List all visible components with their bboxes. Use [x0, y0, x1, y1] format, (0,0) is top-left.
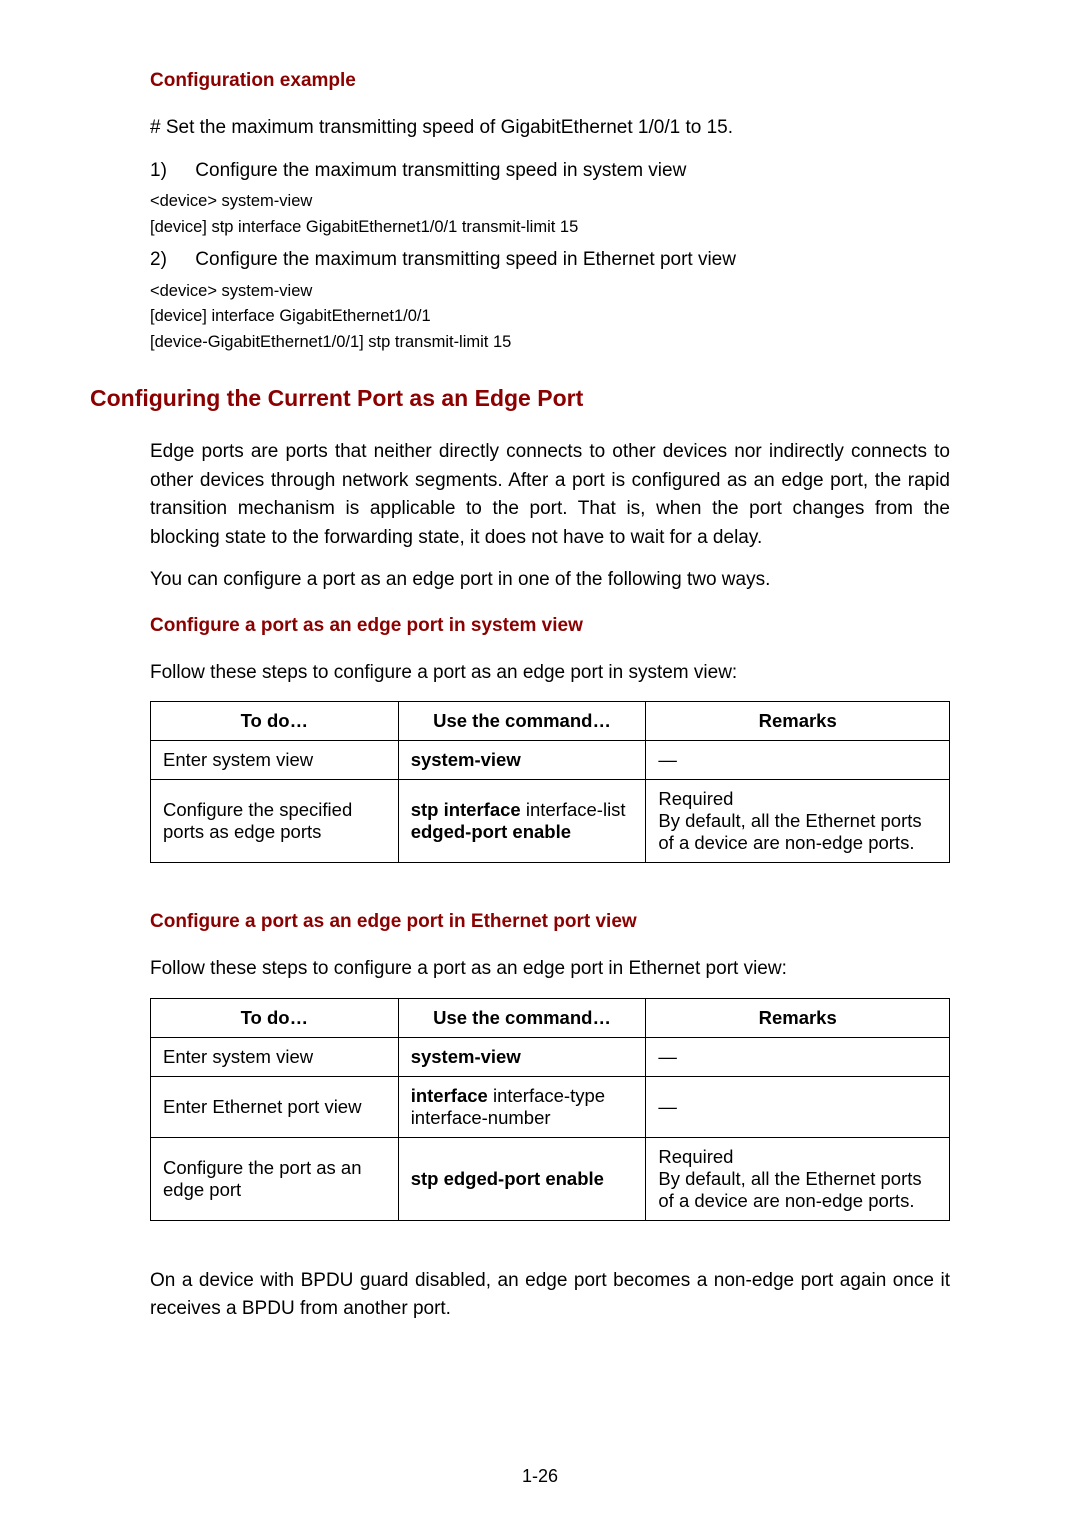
t2-r3c3: Required By default, all the Ethernet po… [646, 1137, 950, 1220]
table-row: Enter system view system-view — [151, 1037, 950, 1076]
bpdu-note: On a device with BPDU guard disabled, an… [150, 1267, 950, 1324]
t2-r2c2: interface interface-type interface-numbe… [398, 1076, 646, 1137]
heading-cfg-system-view: Configure a port as an edge port in syst… [150, 615, 950, 637]
sysview-intro: Follow these steps to configure a port a… [150, 659, 950, 688]
t2-r3c3b: By default, all the Ethernet ports of a … [658, 1168, 937, 1212]
t1-r2c2-b2: edged-port enable [411, 821, 571, 842]
th-todo: To do… [151, 702, 399, 741]
t1-r2c3b: By default, all the Ethernet ports of a … [658, 810, 937, 854]
t2-r2c3: — [646, 1076, 950, 1137]
t2-r2c2-b: interface [411, 1085, 488, 1106]
step1-num: 1) [150, 157, 190, 186]
t1-r2c1: Configure the specified ports as edge po… [151, 780, 399, 863]
table-eth-view: To do… Use the command… Remarks Enter sy… [150, 998, 950, 1221]
page: Configuration example # Set the maximum … [0, 0, 1080, 1527]
step1-code1: <device> system-view [150, 189, 950, 215]
t1-r2c2-n: interface-list [521, 799, 626, 820]
step2-code1: <device> system-view [150, 279, 950, 305]
th-todo2: To do… [151, 998, 399, 1037]
edge-intro1: Edge ports are ports that neither direct… [150, 438, 950, 552]
heading-config-example: Configuration example [150, 70, 950, 92]
t1-r2c3a: Required [658, 788, 937, 810]
table-system-view: To do… Use the command… Remarks Enter sy… [150, 701, 950, 863]
step2-code2: [device] interface GigabitEthernet1/0/1 [150, 304, 950, 330]
example-step1: 1) Configure the maximum transmitting sp… [150, 157, 950, 186]
t2-r2c1: Enter Ethernet port view [151, 1076, 399, 1137]
t1-r1c3: — [646, 741, 950, 780]
th-remarks: Remarks [646, 702, 950, 741]
t1-r1c1: Enter system view [151, 741, 399, 780]
t2-r3c2: stp edged-port enable [398, 1137, 646, 1220]
table-row: Enter Ethernet port view interface inter… [151, 1076, 950, 1137]
step2-code3: [device-GigabitEthernet1/0/1] stp transm… [150, 330, 950, 356]
table-header-row: To do… Use the command… Remarks [151, 702, 950, 741]
t1-r1c2: system-view [398, 741, 646, 780]
example-step2: 2) Configure the maximum transmitting sp… [150, 246, 950, 275]
t2-r3c1: Configure the port as an edge port [151, 1137, 399, 1220]
th-cmd: Use the command… [398, 702, 646, 741]
t2-r3c3a: Required [658, 1146, 937, 1168]
table-row: Configure the specified ports as edge po… [151, 780, 950, 863]
table-row: Configure the port as an edge port stp e… [151, 1137, 950, 1220]
th-remarks2: Remarks [646, 998, 950, 1037]
step1-text: Configure the maximum transmitting speed… [195, 160, 686, 181]
step2-num: 2) [150, 246, 190, 275]
t2-r1c2: system-view [398, 1037, 646, 1076]
t1-r2c2: stp interface interface-list edged-port … [398, 780, 646, 863]
example-intro: # Set the maximum transmitting speed of … [150, 114, 950, 143]
edge-intro2: You can configure a port as an edge port… [150, 566, 950, 595]
t1-r2c3: Required By default, all the Ethernet po… [646, 780, 950, 863]
step2-text: Configure the maximum transmitting speed… [195, 249, 736, 270]
step1-code2: [device] stp interface GigabitEthernet1/… [150, 215, 950, 241]
heading-cfg-eth-view: Configure a port as an edge port in Ethe… [150, 911, 950, 933]
th-cmd2: Use the command… [398, 998, 646, 1037]
t2-r1c3: — [646, 1037, 950, 1076]
table-row: Enter system view system-view — [151, 741, 950, 780]
ethview-intro: Follow these steps to configure a port a… [150, 955, 950, 984]
content-area: Configuration example # Set the maximum … [150, 70, 950, 1324]
heading-edge-port: Configuring the Current Port as an Edge … [90, 385, 950, 412]
t2-r1c1: Enter system view [151, 1037, 399, 1076]
page-number: 1-26 [0, 1466, 1080, 1487]
table-header-row: To do… Use the command… Remarks [151, 998, 950, 1037]
t1-r2c2-b: stp interface [411, 799, 521, 820]
